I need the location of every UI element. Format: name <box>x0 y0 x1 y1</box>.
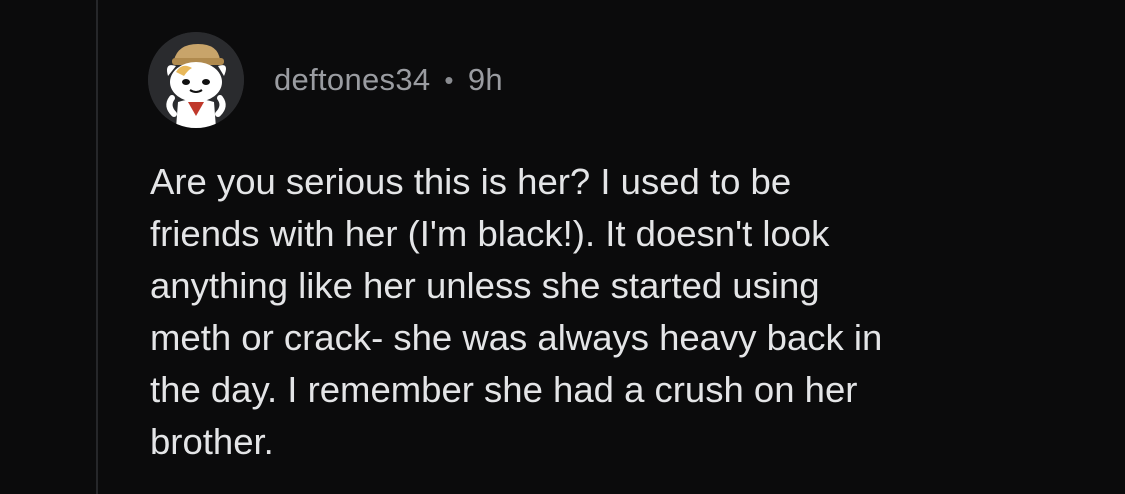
user-avatar[interactable] <box>148 32 244 128</box>
comment-body: Are you serious this is her? I used to b… <box>150 156 1080 468</box>
comment-meta: deftones34 • 9h <box>274 62 503 98</box>
comment-body-line: the day. I remember she had a crush on h… <box>150 369 858 410</box>
comment-header: deftones34 • 9h <box>148 32 503 128</box>
comment-body-line: meth or crack- she was always heavy back… <box>150 317 883 358</box>
thread-line[interactable] <box>96 0 98 494</box>
comment-body-line: anything like her unless she started usi… <box>150 265 820 306</box>
comment-timestamp: 9h <box>467 62 503 97</box>
meta-separator: • <box>444 64 454 95</box>
snoo-avatar-icon <box>148 32 244 128</box>
comment-body-line: friends with her (I'm black!). It doesn'… <box>150 213 830 254</box>
comment-body-line: Are you serious this is her? I used to b… <box>150 161 792 202</box>
comment-body-line: brother. <box>150 421 274 462</box>
username-link[interactable]: deftones34 <box>274 62 430 98</box>
